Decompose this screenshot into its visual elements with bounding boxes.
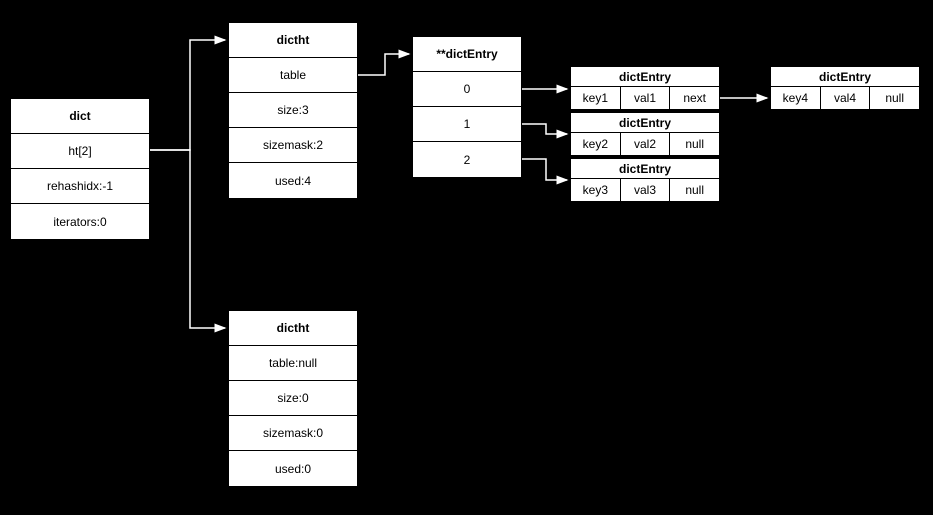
dictht-1: dictht table:null size:0 sizemask:0 used… — [228, 310, 358, 487]
dictentry-2-title: dictEntry — [571, 113, 719, 133]
dict-struct: dict ht[2] rehashidx:-1 iterators:0 — [10, 98, 150, 240]
dictentry-3-key: key3 — [571, 179, 621, 201]
dictentry-slot-1: 1 — [413, 107, 521, 142]
dict-iterators: iterators:0 — [11, 204, 149, 239]
dictentry-4: dictEntry key4 val4 null — [770, 66, 920, 110]
dict-title: dict — [11, 99, 149, 134]
dictentry-3-next: null — [670, 179, 719, 201]
dict-ht: ht[2] — [11, 134, 149, 169]
dictht-1-table: table:null — [229, 346, 357, 381]
dictentry-3: dictEntry key3 val3 null — [570, 158, 720, 202]
dictentry-2-val: val2 — [621, 133, 671, 155]
dictht-1-title: dictht — [229, 311, 357, 346]
dictentry-ptr-title: **dictEntry — [413, 37, 521, 72]
dictht-0: dictht table size:3 sizemask:2 used:4 — [228, 22, 358, 199]
dictentry-slot-2: 2 — [413, 142, 521, 177]
dictht-1-used: used:0 — [229, 451, 357, 486]
dict-rehashidx: rehashidx:-1 — [11, 169, 149, 204]
dictht-0-used: used:4 — [229, 163, 357, 198]
dictentry-1-title: dictEntry — [571, 67, 719, 87]
dictht-0-title: dictht — [229, 23, 357, 58]
dictht-0-size: size:3 — [229, 93, 357, 128]
dictentry-4-val: val4 — [821, 87, 871, 109]
dictht-0-sizemask: sizemask:2 — [229, 128, 357, 163]
dictentry-slot-0: 0 — [413, 72, 521, 107]
dictentry-3-val: val3 — [621, 179, 671, 201]
dictentry-1-next: next — [670, 87, 719, 109]
dictentry-2: dictEntry key2 val2 null — [570, 112, 720, 156]
dictentry-4-key: key4 — [771, 87, 821, 109]
dictentry-2-next: null — [670, 133, 719, 155]
dictentry-1-key: key1 — [571, 87, 621, 109]
dictht-1-size: size:0 — [229, 381, 357, 416]
dictentry-1: dictEntry key1 val1 next — [570, 66, 720, 110]
dictht-0-table: table — [229, 58, 357, 93]
dictentry-1-val: val1 — [621, 87, 671, 109]
dictentry-3-title: dictEntry — [571, 159, 719, 179]
dictentry-4-next: null — [870, 87, 919, 109]
dictentry-2-key: key2 — [571, 133, 621, 155]
dictentry-4-title: dictEntry — [771, 67, 919, 87]
dictht-1-sizemask: sizemask:0 — [229, 416, 357, 451]
dictentry-ptr-array: **dictEntry 0 1 2 — [412, 36, 522, 178]
